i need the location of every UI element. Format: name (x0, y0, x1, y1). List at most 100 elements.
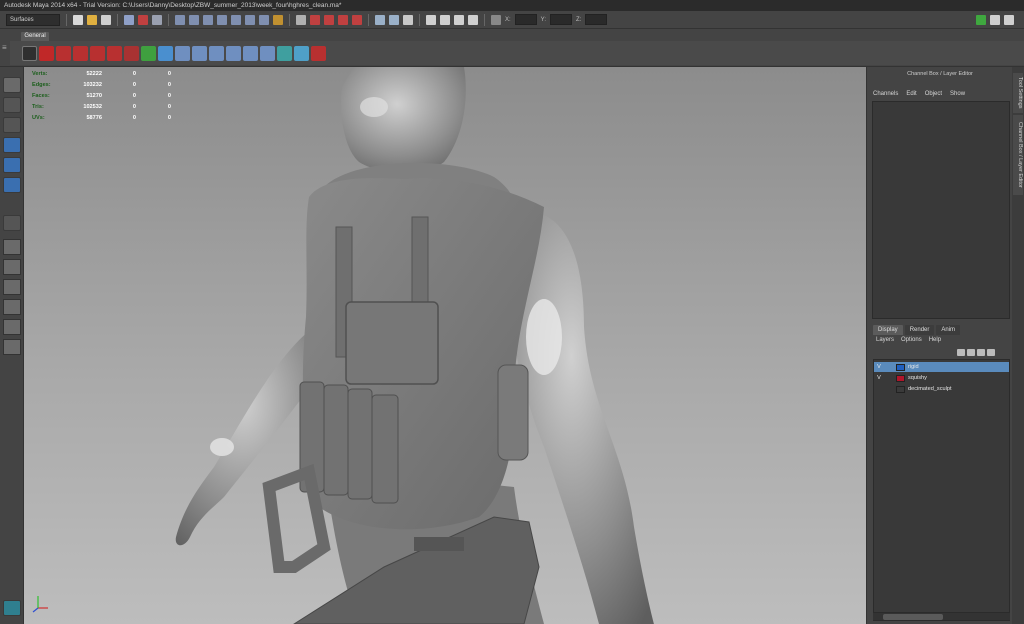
layer-menu-options[interactable]: Options (901, 337, 922, 343)
persp-graph-layout-icon[interactable] (3, 299, 21, 315)
python-script-icon[interactable] (141, 45, 156, 61)
save-scene-icon[interactable] (101, 14, 111, 25)
channel-box-menu-show[interactable]: Show (950, 91, 965, 97)
ipr-render-icon[interactable] (454, 14, 464, 25)
help-icon[interactable] (39, 45, 54, 61)
layer-visibility-toggle[interactable]: V (874, 364, 884, 370)
input-box-mode-icon[interactable] (491, 14, 501, 25)
layer-menu-layers[interactable]: Layers (876, 337, 894, 343)
hierarchy-c-icon[interactable] (209, 45, 224, 61)
new-layer-selected-icon[interactable] (987, 349, 995, 356)
side-tab-tool-settings[interactable]: Tool Settings (1013, 73, 1023, 113)
connect-tool-icon[interactable] (294, 45, 309, 61)
select-tool-icon[interactable] (3, 77, 21, 93)
script-a-icon[interactable] (56, 45, 71, 61)
perspective-viewport[interactable]: Verts: 52222 0 0 Edges: 103232 0 0 Faces: 51270 0 0… (24, 67, 866, 624)
tab-general[interactable]: General (21, 32, 49, 41)
select-hierarchy-icon[interactable] (124, 14, 134, 25)
snap-curve-icon[interactable] (310, 14, 320, 25)
mask-deformations-icon[interactable] (231, 14, 241, 25)
hypershade-layout-icon[interactable] (3, 319, 21, 335)
make-live-icon[interactable] (352, 14, 362, 25)
channel-box-icon[interactable] (1004, 14, 1014, 25)
tab-display[interactable]: Display (873, 325, 903, 335)
render-current-frame-icon[interactable] (440, 14, 450, 25)
layer-visibility-toggle[interactable]: V (874, 375, 884, 381)
open-scene-icon[interactable] (87, 14, 97, 25)
layer-display-type-toggle[interactable] (884, 374, 896, 382)
construction-history-icon[interactable] (403, 14, 413, 25)
hierarchy-f-icon[interactable] (260, 45, 275, 61)
shelf-menu-icon[interactable]: ≡ (2, 43, 10, 63)
render-settings-icon[interactable] (468, 14, 478, 25)
menu-set-dropdown[interactable]: Surfaces (6, 13, 60, 26)
persp-outliner-layout-icon[interactable] (3, 279, 21, 295)
mask-misc-icon[interactable] (273, 14, 283, 25)
move-layer-up-icon[interactable] (957, 349, 965, 356)
layer-row[interactable]: Vrigid (874, 362, 1009, 372)
tool-settings-icon[interactable] (990, 14, 1000, 25)
output-operations-icon[interactable] (389, 14, 399, 25)
input-operations-icon[interactable] (375, 14, 385, 25)
mask-dynamics-icon[interactable] (245, 14, 255, 25)
four-view-layout-icon[interactable] (3, 259, 21, 275)
mask-joints-icon[interactable] (189, 14, 199, 25)
attribute-editor-icon[interactable] (976, 14, 986, 25)
new-scene-icon[interactable] (73, 14, 83, 25)
z-field[interactable] (585, 14, 608, 25)
curve-tool-icon[interactable] (22, 45, 37, 61)
layer-color-swatch[interactable] (896, 374, 905, 382)
select-object-icon[interactable] (138, 14, 148, 25)
snap-view-icon[interactable] (338, 14, 348, 25)
layer-color-swatch[interactable] (896, 363, 905, 371)
scale-tool-icon[interactable] (3, 177, 21, 193)
layer-name: rigid (908, 364, 919, 370)
script-d-icon[interactable] (107, 45, 122, 61)
scrollbar-thumb[interactable] (883, 614, 943, 620)
move-layer-down-icon[interactable] (967, 349, 975, 356)
last-tool-icon[interactable] (3, 215, 21, 231)
y-field[interactable] (550, 14, 573, 25)
tab-render[interactable]: Render (904, 325, 935, 335)
mask-curves-icon[interactable] (203, 14, 213, 25)
render-view-icon[interactable] (426, 14, 436, 25)
tab-anim[interactable]: Anim (936, 325, 961, 335)
lasso-tool-icon[interactable] (3, 97, 21, 113)
layer-menu-help[interactable]: Help (929, 337, 941, 343)
layer-list-scrollbar[interactable] (873, 612, 1010, 620)
hud-label: UVs: (32, 114, 45, 121)
script-c-icon[interactable] (90, 45, 105, 61)
channel-box-menu-object[interactable]: Object (925, 91, 942, 97)
cluster-tool-icon[interactable] (277, 45, 292, 61)
layer-row[interactable]: Vsquishy (874, 373, 1009, 383)
mask-surfaces-icon[interactable] (217, 14, 227, 25)
layer-display-type-toggle[interactable] (884, 363, 896, 371)
x-field[interactable] (514, 14, 537, 25)
layer-display-type-toggle[interactable] (884, 385, 896, 393)
side-tab-channel-box-layer-editor[interactable]: Channel Box / Layer Editor (1013, 115, 1023, 195)
paint-select-tool-icon[interactable] (3, 117, 21, 133)
rotate-tool-icon[interactable] (3, 157, 21, 173)
hierarchy-d-icon[interactable] (226, 45, 241, 61)
channel-box-area[interactable] (872, 101, 1010, 319)
new-layer-icon[interactable] (977, 349, 985, 356)
hierarchy-b-icon[interactable] (192, 45, 207, 61)
mask-rendering-icon[interactable] (259, 14, 269, 25)
single-perspective-layout-icon[interactable] (3, 239, 21, 255)
sphere-tool-icon[interactable] (158, 45, 173, 61)
snap-grid-icon[interactable] (296, 14, 306, 25)
hierarchy-e-icon[interactable] (243, 45, 258, 61)
mel-script-icon[interactable] (124, 45, 139, 61)
outliner-layout-icon[interactable] (3, 339, 21, 355)
hierarchy-a-icon[interactable] (175, 45, 190, 61)
script-b-icon[interactable] (73, 45, 88, 61)
select-component-icon[interactable] (152, 14, 162, 25)
channel-box-menu-channels[interactable]: Channels (873, 91, 898, 97)
layer-color-swatch[interactable] (896, 385, 905, 393)
snap-point-icon[interactable] (324, 14, 334, 25)
layer-row[interactable]: decimated_sculpt (874, 384, 1009, 394)
move-tool-icon[interactable] (3, 137, 21, 153)
delete-history-icon[interactable] (311, 45, 326, 61)
channel-box-menu-edit[interactable]: Edit (906, 91, 916, 97)
mask-handles-icon[interactable] (175, 14, 185, 25)
